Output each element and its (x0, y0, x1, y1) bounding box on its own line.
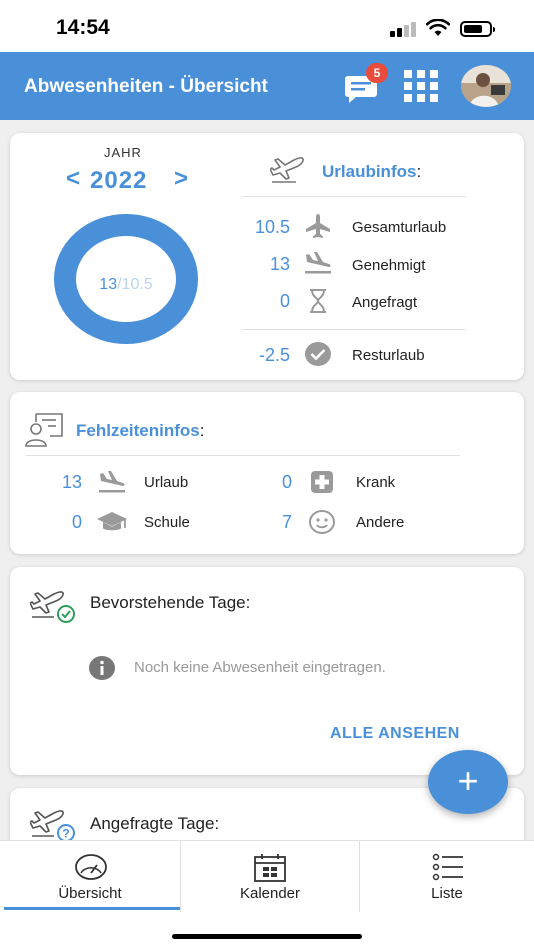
other-value: 7 (281, 512, 292, 532)
requested-days-title: Angefragte Tage: (90, 814, 220, 833)
plane-outline-icon (270, 157, 304, 183)
tab-overview-label: Übersicht (58, 885, 122, 902)
year-value: 2022 (90, 167, 148, 194)
plane-question-icon: ? (30, 810, 75, 842)
vacation-info-title-colon: : (416, 162, 422, 181)
total-vacation-value: 10.5 (254, 217, 290, 237)
svg-text:?: ? (62, 827, 69, 841)
calendar-icon (254, 854, 286, 882)
upcoming-days-card: Bevorstehende Tage: Noch keine Abwesenhe… (10, 567, 524, 775)
absence-info-card: Fehlzeiteninfos: 13 Urlaub 0 Krank 0 Sch… (10, 392, 524, 554)
previous-year-button[interactable]: < (66, 165, 80, 193)
vacation-summary-card: JAHR < 2022 > 13/10.5 Urlaubinfos: 10.5 … (10, 133, 524, 380)
apps-grid-button[interactable] (404, 70, 438, 102)
approved-value: 13 (269, 254, 290, 274)
plane-check-icon (30, 591, 75, 623)
tab-calendar-label: Kalender (239, 885, 301, 902)
page-title: Abwesenheiten - Übersicht (24, 76, 268, 97)
absence-vacation-value: 13 (61, 472, 82, 492)
donut-total-value: 10.5 (121, 276, 153, 293)
graduation-cap-icon (97, 512, 127, 531)
approved-label: Genehmigt (352, 257, 426, 274)
home-indicator-area (0, 912, 534, 950)
user-document-icon (25, 413, 63, 447)
absence-info-title-text: Fehlzeiteninfos (76, 421, 200, 440)
year-label: JAHR (104, 145, 142, 160)
active-tab-indicator (4, 907, 180, 910)
hourglass-icon (310, 289, 326, 313)
smiley-icon (309, 510, 335, 534)
plane-landing-icon (305, 252, 331, 274)
home-indicator[interactable] (172, 934, 362, 939)
speedometer-icon (75, 854, 107, 880)
sick-label: Krank (356, 474, 396, 491)
total-vacation-label: Gesamturlaub (352, 219, 447, 236)
upcoming-days-title: Bevorstehende Tage: (90, 593, 251, 612)
plane-landing-icon (99, 471, 125, 493)
sick-value: 0 (281, 472, 292, 492)
requested-label: Angefragt (352, 294, 418, 311)
medical-cross-icon (311, 471, 333, 493)
divider (242, 196, 466, 197)
status-time: 14:54 (56, 16, 110, 39)
tab-list-label: Liste (431, 885, 463, 902)
tab-list[interactable]: Liste (360, 841, 534, 913)
absence-info-title-colon: : (199, 421, 205, 440)
absence-vacation-label: Urlaub (144, 474, 189, 491)
vacation-info-title: Urlaubinfos: (322, 162, 421, 182)
list-icon (432, 853, 463, 881)
next-year-button[interactable]: > (174, 165, 188, 193)
donut-label: 13/10.5 (54, 276, 198, 294)
cellular-signal-icon (390, 21, 418, 37)
bottom-tab-bar: Übersicht Kalender Liste (0, 840, 534, 913)
divider (242, 329, 466, 330)
plane-icon (306, 214, 330, 238)
notification-badge: 5 (366, 63, 388, 83)
status-bar: 14:54 (0, 0, 534, 52)
avatar-image (461, 65, 511, 107)
avatar[interactable] (461, 65, 511, 107)
other-label: Andere (356, 514, 405, 531)
remaining-vacation-value: -2.5 (258, 345, 290, 365)
tab-overview[interactable]: Übersicht (0, 841, 180, 913)
school-label: Schule (144, 514, 190, 531)
add-absence-button[interactable]: + (428, 750, 508, 814)
school-value: 0 (71, 512, 82, 532)
year-selector: < 2022 > (66, 165, 188, 195)
donut-taken-value: 13 (99, 276, 118, 293)
info-icon (89, 656, 115, 680)
remaining-vacation-label: Resturlaub (352, 347, 425, 364)
absence-info-title: Fehlzeiteninfos: (76, 421, 204, 441)
view-all-button[interactable]: ALLE ANSEHEN (330, 725, 460, 743)
wifi-icon (426, 19, 450, 36)
empty-state-message: Noch keine Abwesenheit eingetragen. (134, 659, 386, 676)
check-circle-icon (305, 342, 331, 366)
requested-value: 0 (279, 291, 290, 311)
app-header: Abwesenheiten - Übersicht (0, 52, 534, 120)
tab-calendar[interactable]: Kalender (181, 841, 359, 913)
battery-icon (460, 21, 495, 37)
divider (26, 455, 460, 456)
vacation-info-title-text: Urlaubinfos (322, 162, 417, 181)
